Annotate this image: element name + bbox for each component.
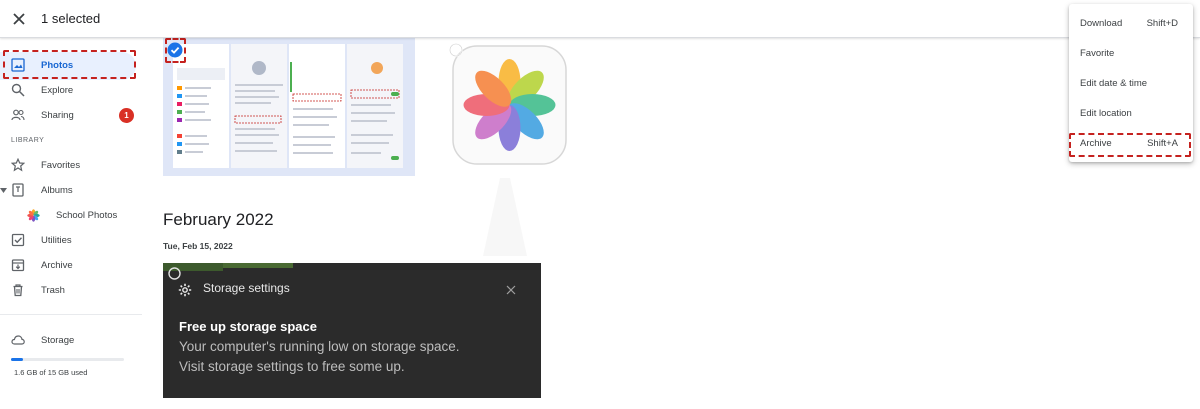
menu-item-label: Edit date & time [1080,78,1148,89]
sidebar-item-label: Favorites [41,160,81,171]
sidebar-item-label: Storage [41,335,75,346]
month-heading: February 2022 [163,210,274,229]
menu-item-shortcut: Shift+D [1146,18,1178,29]
settings-screenshot-image [163,38,415,176]
select-circle-icon[interactable] [449,43,463,57]
star-icon [11,158,25,172]
people-icon [11,109,25,121]
sidebar-item-label: Archive [41,260,73,271]
notification-body-line1: Your computer's running low on storage s… [179,339,460,354]
library-section-label: LIBRARY [11,137,45,144]
sidebar-item-label: Explore [41,85,74,96]
sidebar-item-label: Trash [41,285,65,296]
more-options-menu: Download Shift+D Favorite Edit date & ti… [1069,4,1193,162]
close-notification-icon[interactable] [505,284,517,296]
selected-checkmark-icon[interactable] [167,42,183,58]
sidebar-item-label: Sharing [41,110,74,121]
cloud-icon [11,335,25,345]
album-thumbnail-icon [27,209,40,222]
faded-reflection-shape [483,178,527,256]
google-photos-window: 1 selected Photos Explore Sharing 1 LIBR… [0,0,1200,409]
photo-thumbnail-photos-app[interactable] [445,38,574,176]
sidebar-item-sharing[interactable]: Sharing [0,102,136,130]
sidebar-divider [0,314,142,315]
album-icon [12,183,24,197]
notification-body-line2: Visit storage settings to free some up. [179,359,405,374]
selection-count: 1 selected [41,11,101,26]
storage-progress-fill [11,358,24,361]
menu-item-label: Favorite [1080,48,1115,59]
menu-item-label: Download [1080,18,1123,29]
sidebar-item-label: Albums [41,185,73,196]
storage-used-text: 1.6 GB of 15 GB used [14,368,88,377]
archive-highlight-box [1069,133,1191,157]
sidebar-item-storage[interactable]: Storage [0,327,136,355]
menu-item-edit-date-time[interactable]: Edit date & time [1069,69,1193,97]
sidebar-item-label: School Photos [56,210,118,221]
close-icon[interactable] [10,10,28,28]
trash-icon [13,284,23,297]
sidebar-item-school-photos[interactable]: School Photos [0,202,136,230]
menu-item-edit-location[interactable]: Edit location [1069,99,1193,127]
archive-icon [11,259,25,272]
photo-thumbnail-settings[interactable] [163,38,415,176]
sidebar-item-label: Utilities [41,235,72,246]
sidebar-item-explore[interactable]: Explore [0,77,136,105]
sidebar-item-archive[interactable]: Archive [0,252,136,280]
menu-item-download[interactable]: Download Shift+D [1069,9,1193,37]
storage-progress-bar [11,358,124,361]
caret-down-icon[interactable] [0,187,7,194]
notification-title: Free up storage space [179,319,317,334]
date-heading: Tue, Feb 15, 2022 [163,241,233,251]
sidebar-item-albums[interactable]: Albums [0,177,136,205]
sidebar-item-favorites[interactable]: Favorites [0,152,136,180]
gear-icon [178,283,192,297]
search-icon [11,83,25,97]
menu-item-favorite[interactable]: Favorite [1069,39,1193,67]
sidebar-item-utilities[interactable]: Utilities [0,227,136,255]
photo-thumbnail-storage-notification[interactable]: Storage settings Free up storage space Y… [163,263,541,398]
photos-app-image [445,38,574,176]
sharing-badge: 1 [119,108,134,123]
sidebar: Photos Explore Sharing 1 LIBRARY Favorit… [0,38,142,409]
menu-item-label: Edit location [1080,108,1132,119]
select-circle-icon[interactable] [168,267,181,280]
notification-header: Storage settings [203,281,290,295]
checkbox-utilities-icon [11,233,25,247]
selection-toolbar: 1 selected [0,0,1200,38]
sidebar-item-trash[interactable]: Trash [0,277,136,305]
photos-highlight-box [3,50,136,79]
